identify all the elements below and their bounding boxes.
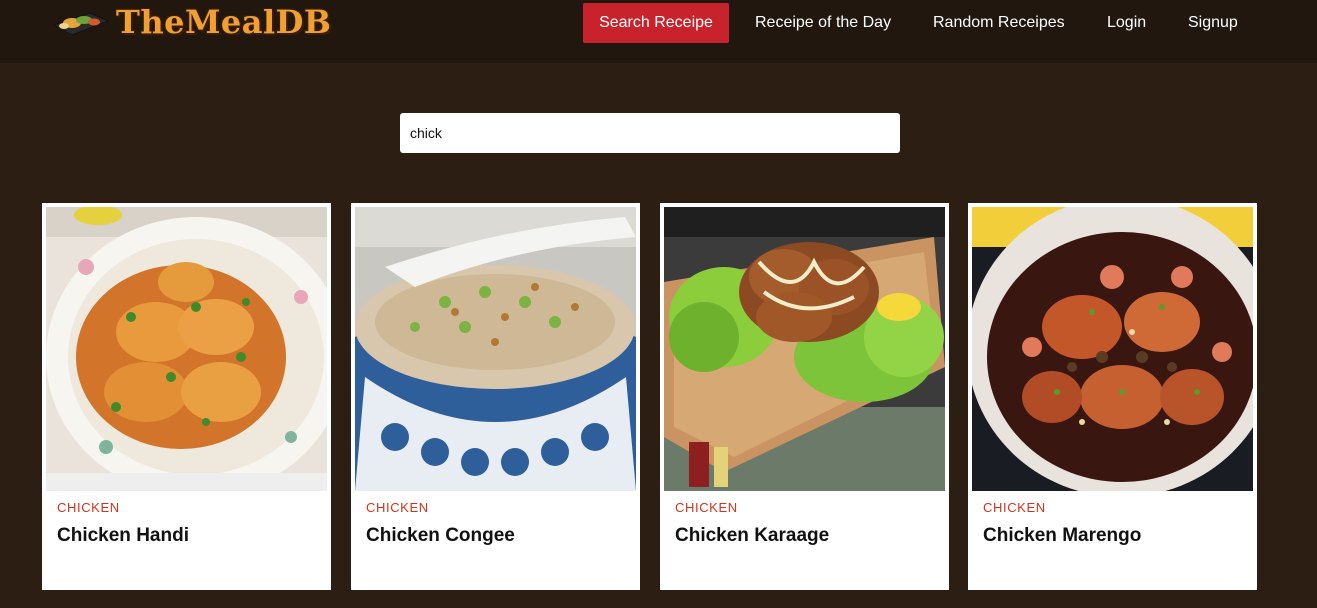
meal-category: CHICKEN bbox=[57, 500, 120, 515]
nav-recipe-of-the-day[interactable]: Receipe of the Day bbox=[755, 3, 891, 43]
meal-image[interactable] bbox=[972, 207, 1253, 491]
nav-signup[interactable]: Signup bbox=[1188, 3, 1238, 43]
meal-title[interactable]: Chicken Congee bbox=[366, 525, 515, 547]
meal-card[interactable]: CHICKEN Chicken Congee bbox=[351, 203, 640, 590]
brand-name: TheMealDB bbox=[116, 3, 332, 41]
nav-random-recipes[interactable]: Random Receipes bbox=[933, 3, 1065, 43]
meal-title[interactable]: Chicken Marengo bbox=[983, 525, 1141, 547]
food-plate-icon bbox=[52, 12, 110, 36]
meal-category: CHICKEN bbox=[675, 500, 738, 515]
meal-category: CHICKEN bbox=[366, 500, 429, 515]
meal-card[interactable]: CHICKEN Chicken Karaage bbox=[660, 203, 949, 590]
meal-image[interactable] bbox=[355, 207, 636, 491]
meal-image[interactable] bbox=[46, 207, 327, 491]
search-input[interactable] bbox=[400, 113, 900, 153]
meal-card[interactable]: CHICKEN Chicken Marengo bbox=[968, 203, 1257, 590]
meal-title[interactable]: Chicken Karaage bbox=[675, 525, 829, 547]
logo[interactable]: TheMealDB bbox=[50, 2, 331, 42]
nav-search-recipe[interactable]: Search Receipe bbox=[583, 3, 729, 43]
navbar: TheMealDB Search Receipe Receipe of the … bbox=[0, 0, 1317, 63]
meal-category: CHICKEN bbox=[983, 500, 1046, 515]
meal-card[interactable]: CHICKEN Chicken Handi bbox=[42, 203, 331, 590]
meal-image[interactable] bbox=[664, 207, 945, 491]
nav-login[interactable]: Login bbox=[1107, 3, 1146, 43]
meal-title[interactable]: Chicken Handi bbox=[57, 525, 189, 547]
